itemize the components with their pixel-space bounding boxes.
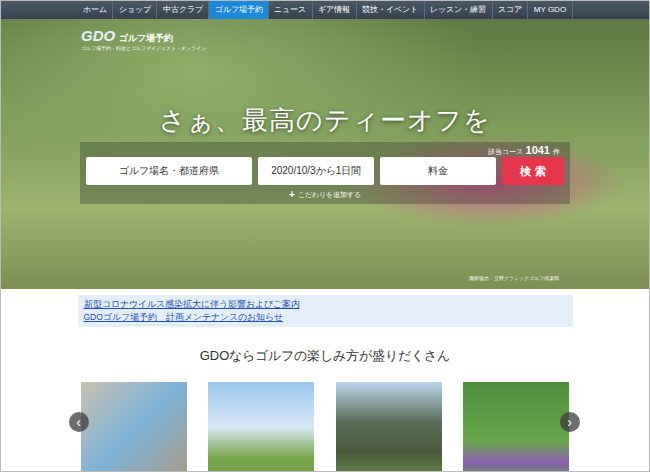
prev-arrow-icon[interactable]: ‹ (69, 412, 89, 432)
search-panel: 該当コース 1041 件 ゴルフ場名・都道府県2020/10/3から1日間料金 … (80, 142, 570, 204)
hero: GDO ゴルフ場予約 ゴルフ場予約・料金とゴルフダイジェスト・オンライン さぁ、… (1, 19, 649, 289)
plus-icon: + (289, 189, 295, 200)
feature-card[interactable] (463, 382, 569, 472)
next-arrow-icon[interactable]: › (560, 412, 580, 432)
nav-item[interactable]: 中古クラブ (157, 1, 209, 19)
nav-item[interactable]: スコア (493, 1, 529, 19)
nav-item[interactable]: 競技・イベント (357, 1, 425, 19)
notice-link[interactable]: 新型コロナウイルス感染拡大に伴う影響およびご案内 (84, 298, 567, 311)
logo-tagline: ゴルフ場予約・料金とゴルフダイジェスト・オンライン (81, 45, 206, 51)
nav-item[interactable]: ショップ (113, 1, 157, 19)
section-title: GDOならゴルフの楽しみ方が盛りだくさん (1, 347, 649, 365)
headline: さぁ、最高のティーオフを (159, 103, 491, 138)
logo-mark: GDO (81, 27, 115, 44)
feature-card[interactable] (336, 382, 442, 472)
course-count: 該当コース 1041 件 (86, 144, 564, 157)
nav-item[interactable]: ニュース (269, 1, 313, 19)
add-conditions[interactable]: + こだわりを追加する (86, 189, 564, 200)
nav-item[interactable]: ギア情報 (313, 1, 357, 19)
search-button[interactable]: 検 索 (502, 157, 564, 185)
top-nav: ホームショップ中古クラブゴルフ場予約ニュースギア情報競技・イベントレッスン・練習… (1, 1, 649, 19)
search-field[interactable]: 2020/10/3から1日間 (258, 157, 374, 185)
notice-box: 新型コロナウイルス感染拡大に伴う影響およびご案内GDOゴルフ場予約 計画メンテナ… (78, 295, 573, 327)
nav-item[interactable]: MY GDO (528, 1, 572, 19)
page: ホームショップ中古クラブゴルフ場予約ニュースギア情報競技・イベントレッスン・練習… (0, 0, 650, 472)
search-field[interactable]: ゴルフ場名・都道府県 (86, 157, 252, 185)
carousel: ‹ › (78, 382, 573, 472)
logo[interactable]: GDO ゴルフ場予約 ゴルフ場予約・料金とゴルフダイジェスト・オンライン (81, 27, 206, 51)
feature-card[interactable] (81, 382, 187, 472)
nav-item[interactable]: ホーム (78, 1, 114, 19)
photo-credit: 撮影協力：立野クラシックゴルフ倶楽部 (469, 275, 559, 281)
nav-item[interactable]: ゴルフ場予約 (209, 1, 269, 19)
search-field[interactable]: 料金 (380, 157, 496, 185)
logo-title: ゴルフ場予約 (119, 32, 173, 45)
notice-link[interactable]: GDOゴルフ場予約 計画メンテナンスのお知らせ (84, 311, 567, 324)
nav-item[interactable]: レッスン・練習 (425, 1, 493, 19)
feature-card[interactable] (208, 382, 314, 472)
